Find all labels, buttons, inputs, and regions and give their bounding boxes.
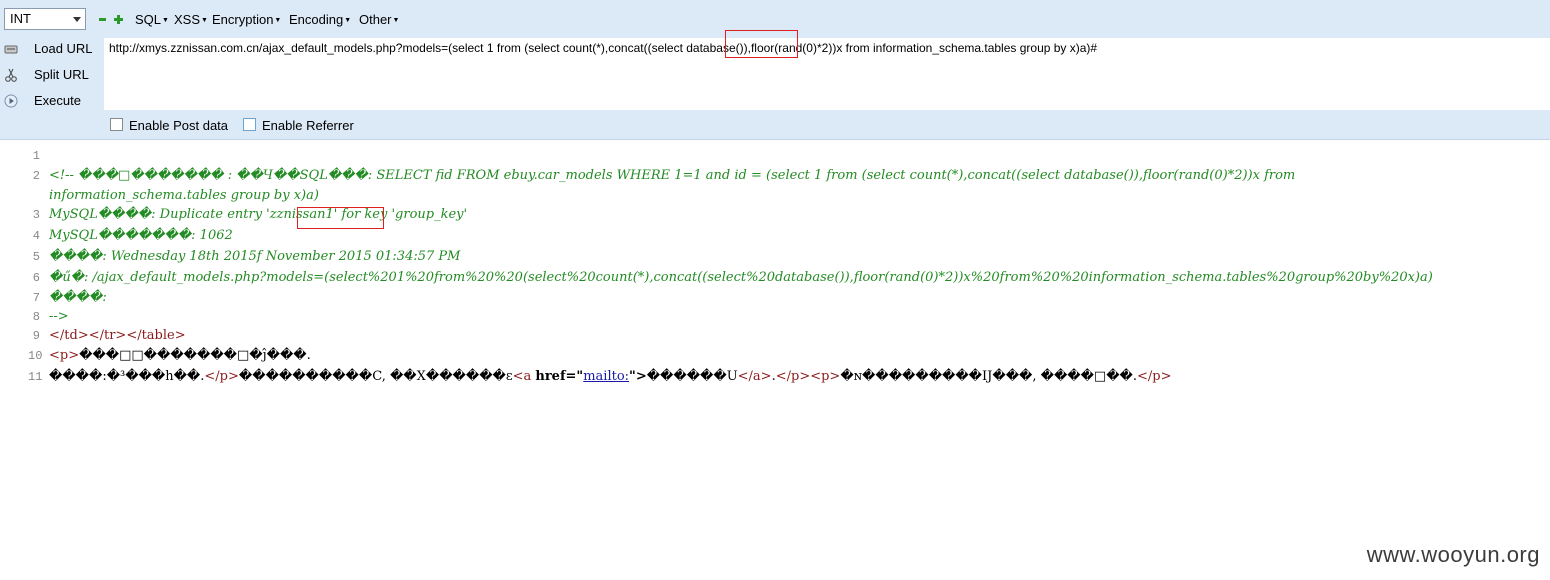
menu-encryption[interactable]: Encryption▼: [212, 12, 281, 27]
caret-down-icon: ▼: [201, 17, 208, 24]
href-attr-end: ">: [629, 369, 647, 384]
enable-post-label: Enable Post data: [129, 118, 229, 133]
garbled-text: ����:�³���h��.: [49, 369, 205, 384]
garbled-text: �ɴ���������IJ���, ����□��.: [840, 369, 1138, 384]
menu-xss[interactable]: XSS▼: [174, 12, 208, 27]
mailto-link[interactable]: mailto:: [583, 369, 629, 384]
source-line-9: </td></tr></table>: [49, 328, 186, 343]
menu-encoding[interactable]: Encoding▼: [289, 12, 351, 27]
menu-encryption-label: Encryption: [212, 12, 274, 27]
menu-other-label: Other: [359, 12, 392, 27]
url-textarea[interactable]: http://xmys.zznissan.com.cn/ajax_default…: [104, 38, 1550, 110]
caret-down-icon: ▼: [274, 17, 282, 24]
source-line-2a: <!-- ���□������� : ��Ч��SQL���: SELECT f…: [49, 168, 1296, 183]
mode-select-value: INT: [10, 11, 31, 26]
line-number: 8: [32, 310, 40, 324]
caret-down-icon: ▼: [392, 17, 400, 24]
enable-referrer-checkbox[interactable]: Enable Referrer: [243, 118, 354, 133]
minus-icon[interactable]: [99, 18, 106, 21]
garbled-text: ����������C, ��X������ɛ: [238, 369, 513, 384]
line-number: 1: [32, 149, 40, 163]
garbled-text: ���□□�������□�ĵ���.: [79, 348, 311, 363]
garbled-text: ������U: [646, 369, 738, 384]
enable-referrer-label: Enable Referrer: [262, 118, 354, 133]
play-icon: [4, 94, 18, 108]
source-line-8: -->: [49, 309, 69, 324]
highlight-box-result: [297, 207, 384, 229]
source-line-4: MySQL�������: 1062: [49, 228, 233, 243]
url-text: http://xmys.zznissan.com.cn/ajax_default…: [109, 41, 1098, 55]
chevron-down-icon: [73, 17, 81, 22]
enable-post-checkbox[interactable]: Enable Post data: [110, 118, 228, 133]
menu-other[interactable]: Other▼: [359, 12, 399, 27]
execute-label: Execute: [34, 93, 81, 108]
menu-sql-label: SQL: [135, 12, 162, 27]
caret-down-icon: ▼: [162, 17, 169, 24]
line-number: 2: [32, 169, 40, 183]
source-line-11: ����:�³���h��.</p>����������C, ��X������…: [49, 369, 1172, 384]
caret-down-icon: ▼: [344, 17, 352, 24]
line-number: 7: [32, 291, 40, 305]
source-line-6: �ű�: /ajax_default_models.php?models=(se…: [49, 270, 1433, 285]
menu-xss-label: XSS: [174, 12, 201, 27]
line-number: 3: [32, 208, 40, 222]
load-url-label: Load URL: [34, 41, 93, 56]
line-number: 11: [28, 370, 43, 384]
line-number: 9: [32, 329, 40, 343]
source-line-2b: information_schema.tables group by x)a): [49, 188, 319, 203]
hackbar-toolbar: INT SQL▼ XSS▼ Encryption▼ Encoding▼ Othe…: [0, 0, 1550, 140]
execute-button[interactable]: Execute: [0, 91, 100, 113]
a-tag-open: <a: [512, 369, 536, 384]
mode-select[interactable]: INT: [4, 8, 86, 30]
source-line-7: ����:: [49, 290, 107, 305]
line-number: 6: [32, 271, 40, 285]
plus-icon[interactable]: [114, 15, 123, 24]
href-attr: href=": [535, 369, 584, 384]
line-number: 10: [28, 349, 43, 363]
line3-prefix: MySQL����: Duplicate entry ': [49, 207, 270, 222]
load-url-button[interactable]: Load URL: [0, 39, 100, 61]
p-close-tag: </p>: [204, 369, 239, 384]
line-number: 4: [32, 229, 40, 243]
source-line-5: ����: Wednesday 18th 2015f November 2015…: [49, 249, 461, 264]
highlight-box-database: [725, 30, 798, 58]
checkbox-square: [243, 118, 256, 131]
checkbox-square: [110, 118, 123, 131]
menu-encoding-label: Encoding: [289, 12, 344, 27]
source-line-3: MySQL����: Duplicate entry 'zznissan1' f…: [49, 207, 467, 222]
source-line-10: <p>���□□�������□�ĵ���.: [49, 348, 311, 363]
load-url-icon: [4, 45, 18, 54]
split-url-label: Split URL: [34, 67, 89, 82]
a-tag-close: </a>: [737, 369, 772, 384]
watermark: www.wooyun.org: [1366, 542, 1540, 567]
scissors-icon: [5, 68, 17, 82]
p-tag: <p>: [49, 348, 80, 363]
p-tags: </p><p>: [775, 369, 841, 384]
line-number: 5: [32, 250, 40, 264]
p-close-tag: </p>: [1137, 369, 1172, 384]
menu-sql[interactable]: SQL▼: [135, 12, 169, 27]
split-url-button[interactable]: Split URL: [0, 65, 100, 87]
